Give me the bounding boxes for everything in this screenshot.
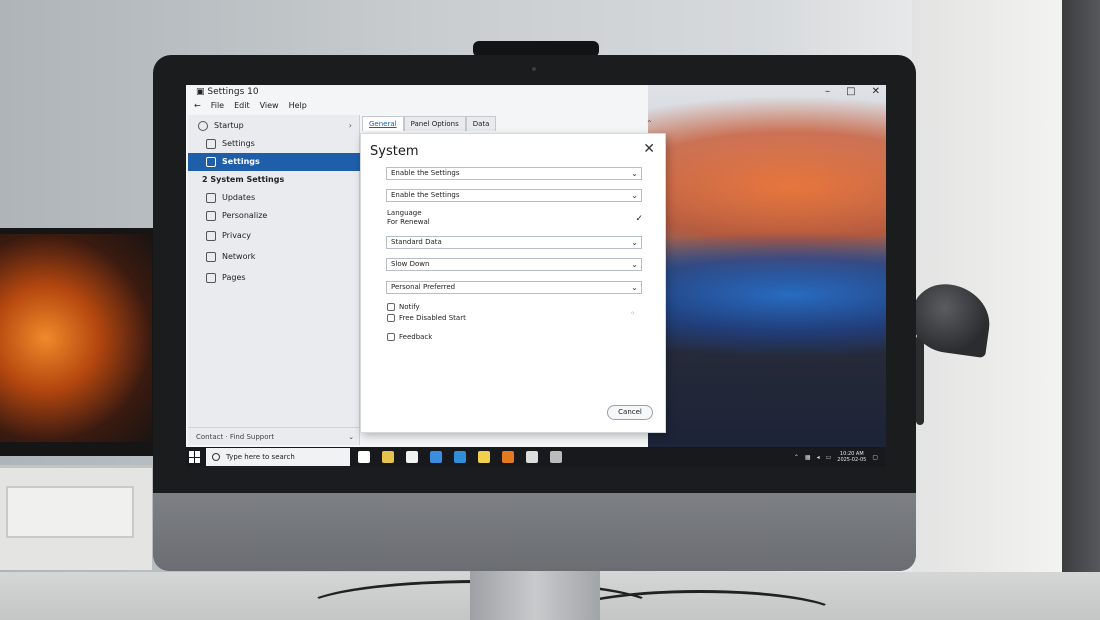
- imac-stand: [470, 571, 600, 620]
- select-enable-settings-2[interactable]: Enable the Settings ⌄: [386, 189, 642, 202]
- system-tray: ⌃ ▦ ◂ ▭ 10:20 AM 2025-02-05 ▢: [794, 447, 878, 467]
- checkmark-icon: ✓: [635, 214, 643, 224]
- sidebar-item-startup[interactable]: Startup ›: [188, 117, 360, 135]
- tab-panel-options[interactable]: Panel Options: [403, 116, 466, 131]
- system-dialog: System ✕ Enable the Settings ⌄ Enable the…: [360, 133, 666, 433]
- checkbox-feedback[interactable]: Feedback: [387, 332, 432, 342]
- chevron-down-icon: ⌄: [631, 191, 638, 200]
- sidebar-section-header: 2 System Settings: [202, 175, 285, 184]
- chevron-icon: ›: [348, 121, 352, 130]
- back-arrow-icon[interactable]: ←: [194, 99, 201, 113]
- dialog-title: System: [370, 144, 419, 159]
- taskbar-search[interactable]: Type here to search: [206, 448, 350, 466]
- taskbar: Type here to search ⌃ ▦ ◂ ▭ 10:20 AM 202…: [186, 447, 886, 467]
- screen: ▣ Settings 10 – □ ✕ ← File Edit View Hel…: [186, 85, 886, 467]
- info-icon: ◦: [630, 309, 635, 318]
- menu-view[interactable]: View: [260, 99, 279, 113]
- clock-icon: [198, 121, 208, 131]
- chevron-down-icon: ⌄: [348, 433, 354, 441]
- select-enable-settings[interactable]: Enable the Settings ⌄: [386, 167, 642, 180]
- apple-logo-icon: [516, 505, 552, 549]
- settings-icon: [206, 139, 216, 149]
- sidebar: Startup › Settings Settings 2 System Set…: [188, 115, 360, 445]
- side-shelf: [0, 465, 152, 570]
- chevron-down-icon: ⌄: [631, 238, 638, 247]
- camera-lens: [532, 67, 536, 71]
- taskbar-apps: [358, 451, 562, 463]
- lamp-arm: [916, 335, 924, 425]
- folder-icon[interactable]: [382, 451, 394, 463]
- pages-icon: [206, 273, 216, 283]
- sidebar-item-pages[interactable]: Pages: [188, 269, 360, 287]
- update-icon: [206, 193, 216, 203]
- renewal-label: For Renewal: [387, 218, 430, 226]
- store-icon[interactable]: [454, 451, 466, 463]
- cancel-button[interactable]: Cancel: [607, 405, 653, 420]
- maximize-button[interactable]: □: [846, 85, 855, 99]
- chevron-up-icon[interactable]: ⌃: [794, 454, 799, 461]
- menu-edit[interactable]: Edit: [234, 99, 250, 113]
- tools-icon[interactable]: [550, 451, 562, 463]
- start-button[interactable]: [189, 451, 201, 463]
- document-icon: [206, 231, 216, 241]
- settings-icon: [206, 157, 216, 167]
- tab-general[interactable]: General: [362, 116, 404, 131]
- notepad-icon[interactable]: [406, 451, 418, 463]
- chevron-down-icon: ⌄: [631, 260, 638, 269]
- select-slow-down[interactable]: Slow Down ⌄: [386, 258, 642, 271]
- settings-app-icon[interactable]: [526, 451, 538, 463]
- background-tv: [0, 228, 160, 456]
- search-icon: [212, 453, 220, 461]
- network-icon: [206, 252, 216, 262]
- mail-icon[interactable]: [478, 451, 490, 463]
- volume-icon[interactable]: ◂: [817, 454, 820, 461]
- menubar: ← File Edit View Help: [186, 99, 886, 113]
- minimize-button[interactable]: –: [825, 85, 830, 99]
- sidebar-footer[interactable]: Contact · Find Support ⌄: [188, 427, 360, 445]
- checkbox-box[interactable]: [387, 303, 395, 311]
- window-controls: – □ ✕: [825, 85, 880, 99]
- wallpaper: [648, 85, 886, 447]
- sidebar-item-settings-active[interactable]: Settings: [188, 153, 360, 171]
- menu-help[interactable]: Help: [289, 99, 307, 113]
- close-window-button[interactable]: ✕: [872, 85, 880, 99]
- checkbox-box[interactable]: [387, 333, 395, 341]
- menu-file[interactable]: File: [211, 99, 224, 113]
- chevron-down-icon: ⌄: [631, 283, 638, 292]
- dark-curtain: [1062, 0, 1100, 575]
- tab-strip: General Panel Options Data: [362, 116, 497, 131]
- tab-data[interactable]: Data: [465, 116, 497, 131]
- task-view-icon[interactable]: [358, 451, 370, 463]
- pen-icon: [206, 211, 216, 221]
- app-icon: ▣: [196, 87, 208, 97]
- chevron-down-icon: ⌄: [631, 169, 638, 178]
- window-title: ▣ Settings 10: [196, 87, 259, 97]
- clock[interactable]: 10:20 AM 2025-02-05: [837, 451, 866, 463]
- checkbox-box[interactable]: [387, 314, 395, 322]
- sidebar-item-privacy[interactable]: Privacy: [188, 227, 360, 245]
- browser-icon[interactable]: [430, 451, 442, 463]
- chevron-up-icon[interactable]: ⌃: [646, 116, 653, 131]
- battery-icon[interactable]: ▭: [826, 454, 832, 461]
- sidebar-item-settings[interactable]: Settings: [188, 135, 360, 153]
- select-standard-data[interactable]: Standard Data ⌄: [386, 236, 642, 249]
- sidebar-item-personalize[interactable]: Personalize: [188, 207, 360, 225]
- notification-icon[interactable]: ▢: [872, 454, 878, 461]
- language-label: Language: [387, 209, 422, 217]
- network-tray-icon[interactable]: ▦: [805, 454, 811, 461]
- select-personal-preferred[interactable]: Personal Preferred ⌄: [386, 281, 642, 294]
- office-icon[interactable]: [502, 451, 514, 463]
- sidebar-item-updates[interactable]: Updates: [188, 189, 360, 207]
- checkbox-notify[interactable]: Notify: [387, 302, 420, 312]
- sidebar-item-network[interactable]: Network: [188, 248, 360, 266]
- checkbox-free-disabled-start[interactable]: Free Disabled Start: [387, 313, 466, 323]
- close-icon[interactable]: ✕: [643, 141, 655, 157]
